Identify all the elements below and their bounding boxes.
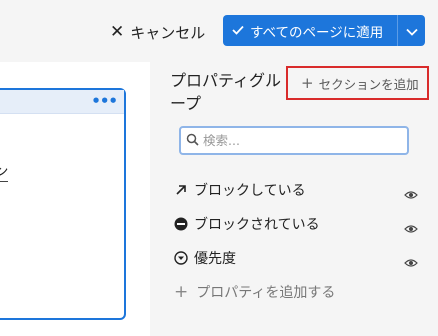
chevron-down-icon (405, 21, 418, 40)
search-input[interactable] (203, 133, 393, 148)
cancel-button[interactable]: ✕ キャンセル (110, 18, 205, 46)
property-row-blocking[interactable]: ブロックしている (174, 179, 418, 201)
apply-all-pages-button[interactable]: すべてのページに適用 (223, 15, 397, 46)
property-label: 優先度 (194, 251, 236, 267)
plus-icon: + (174, 282, 189, 302)
preview-card[interactable]: ••• ーン (0, 88, 126, 320)
app-root: ✕ キャンセル すべてのページに適用 ••• ーン (0, 0, 438, 336)
more-options-icon[interactable]: ••• (91, 92, 118, 110)
add-property-button[interactable]: + プロパティを追加する (174, 281, 335, 303)
add-section-button[interactable]: + セクションを追加 (286, 66, 429, 100)
card-field-text: ーン (0, 164, 9, 182)
apply-dropdown-button[interactable] (398, 15, 425, 46)
apply-label: すべてのページに適用 (250, 24, 384, 41)
close-icon: ✕ (110, 21, 125, 42)
preview-panel: ••• ーン (0, 62, 150, 336)
arrow-up-right-icon (174, 183, 188, 197)
panel-title: プロパティグループ (170, 71, 282, 113)
card-header: ••• (0, 90, 124, 114)
search-field[interactable] (179, 126, 409, 155)
add-property-label: プロパティを追加する (196, 285, 336, 301)
add-section-label: セクションを追加 (318, 76, 419, 92)
plus-icon: + (301, 74, 314, 92)
eye-icon[interactable] (404, 219, 418, 233)
search-icon (186, 131, 199, 150)
eye-icon[interactable] (404, 185, 418, 199)
cancel-label: キャンセル (130, 23, 206, 42)
property-row-priority[interactable]: 優先度 (174, 247, 418, 269)
property-label: ブロックしている (194, 183, 306, 199)
priority-circle-icon (174, 251, 188, 265)
property-row-blocked[interactable]: ブロックされている (174, 213, 418, 235)
property-label: ブロックされている (194, 217, 320, 233)
blocked-circle-icon (174, 217, 188, 231)
eye-icon[interactable] (404, 253, 418, 267)
apply-button-group: すべてのページに適用 (223, 15, 425, 46)
top-bar: ✕ キャンセル すべてのページに適用 (0, 0, 438, 62)
check-icon (232, 23, 244, 39)
